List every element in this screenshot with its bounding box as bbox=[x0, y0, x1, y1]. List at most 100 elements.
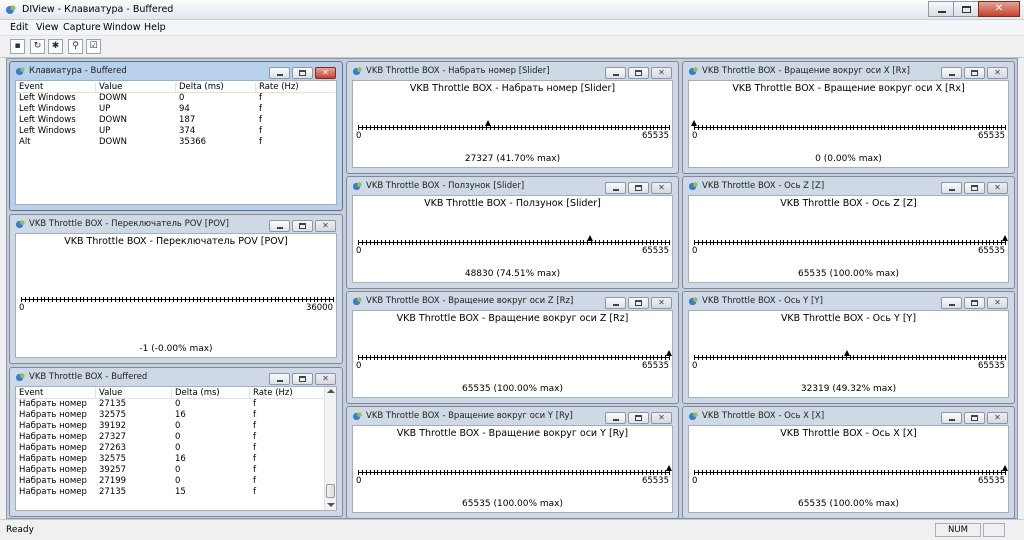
settings-button[interactable]: ✱ bbox=[48, 39, 63, 54]
search-button[interactable]: ⚲ bbox=[68, 39, 83, 54]
window-restore-button[interactable] bbox=[628, 182, 649, 194]
axis-window-x[interactable]: VKB Throttle BOX - Ось X [X] ✕ VKB Throttl… bbox=[682, 406, 1015, 519]
table-row[interactable]: Набрать номер 27263 0 f bbox=[16, 443, 336, 454]
scroll-down-icon[interactable] bbox=[327, 503, 335, 507]
table-row[interactable]: Left Windows DOWN 187 f bbox=[16, 115, 336, 126]
column-header-event[interactable]: Event bbox=[16, 82, 96, 93]
window-titlebar[interactable]: VKB Throttle BOX - Ползунок [Slider] ✕ bbox=[351, 177, 674, 195]
window-titlebar[interactable]: VKB Throttle BOX - Набрать номер [Slider… bbox=[351, 62, 674, 80]
table-row[interactable]: Набрать номер 27199 0 f bbox=[16, 476, 336, 487]
window-minimize-button[interactable] bbox=[605, 297, 626, 309]
minimize-button[interactable] bbox=[928, 1, 954, 17]
menu-view[interactable]: View bbox=[36, 22, 59, 33]
table-row[interactable]: Left Windows UP 94 f bbox=[16, 104, 336, 115]
menu-capture[interactable]: Capture bbox=[63, 22, 101, 33]
window-restore-button[interactable] bbox=[628, 412, 649, 424]
window-titlebar[interactable]: VKB Throttle BOX - Вращение вокруг оси X… bbox=[687, 62, 1010, 80]
window-close-button[interactable]: ✕ bbox=[987, 297, 1008, 309]
axis-window-pov[interactable]: VKB Throttle BOX - Переключатель POV [PO… bbox=[9, 214, 343, 364]
menu-window[interactable]: Window bbox=[103, 22, 140, 33]
window-close-button[interactable]: ✕ bbox=[315, 220, 336, 232]
column-header-delta[interactable]: Delta (ms) bbox=[176, 82, 256, 93]
window-titlebar[interactable]: VKB Throttle BOX - Ось X [X] ✕ bbox=[687, 407, 1010, 425]
axis-window-z[interactable]: VKB Throttle BOX - Ось Z [Z] ✕ VKB Throttl… bbox=[682, 176, 1015, 289]
window-close-button[interactable]: ✕ bbox=[651, 297, 672, 309]
table-row[interactable]: Набрать номер 32575 16 f bbox=[16, 410, 336, 421]
table-row[interactable]: Набрать номер 39257 0 f bbox=[16, 465, 336, 476]
window-close-button[interactable]: ✕ bbox=[987, 182, 1008, 194]
axis-window-dial[interactable]: VKB Throttle BOX - Набрать номер [Slider… bbox=[346, 61, 679, 174]
axis-window-ry[interactable]: VKB Throttle BOX - Вращение вокруг оси Y… bbox=[346, 406, 679, 519]
event-list[interactable]: Event Value Delta (ms) Rate (Hz) Left Wi… bbox=[15, 80, 337, 205]
table-row[interactable]: Alt DOWN 35366 f bbox=[16, 137, 336, 148]
window-restore-button[interactable] bbox=[964, 412, 985, 424]
window-minimize-button[interactable] bbox=[269, 220, 290, 232]
window-titlebar[interactable]: VKB Throttle BOX - Вращение вокруг оси Z… bbox=[351, 292, 674, 310]
window-close-button[interactable]: ✕ bbox=[987, 412, 1008, 424]
axis-tick bbox=[810, 470, 812, 475]
keyboard-buffered-window[interactable]: Клавиатура - Buffered ✕ Event Value Delt… bbox=[9, 61, 343, 211]
table-row[interactable]: Left Windows UP 374 f bbox=[16, 126, 336, 137]
table-row[interactable]: Набрать номер 39192 0 f bbox=[16, 421, 336, 432]
window-minimize-button[interactable] bbox=[941, 297, 962, 309]
close-button[interactable]: ✕ bbox=[978, 1, 1020, 17]
maximize-button[interactable] bbox=[953, 1, 979, 17]
properties-button[interactable]: ☑ bbox=[86, 39, 101, 54]
table-row[interactable]: Left Windows DOWN 0 f bbox=[16, 93, 336, 104]
window-titlebar[interactable]: VKB Throttle BOX - Buffered ✕ bbox=[14, 368, 338, 386]
window-restore-button[interactable] bbox=[964, 182, 985, 194]
vertical-scrollbar[interactable] bbox=[324, 387, 336, 510]
window-minimize-button[interactable] bbox=[269, 67, 290, 79]
axis-window-y[interactable]: VKB Throttle BOX - Ось Y [Y] ✕ VKB Throttl… bbox=[682, 291, 1015, 404]
window-minimize-button[interactable] bbox=[605, 182, 626, 194]
axis-window-rx[interactable]: VKB Throttle BOX - Вращение вокруг оси X… bbox=[682, 61, 1015, 174]
window-titlebar[interactable]: VKB Throttle BOX - Ось Z [Z] ✕ bbox=[687, 177, 1010, 195]
column-header-value[interactable]: Value bbox=[96, 82, 176, 93]
window-minimize-button[interactable] bbox=[605, 67, 626, 79]
window-close-button[interactable]: ✕ bbox=[315, 373, 336, 385]
table-row[interactable]: Набрать номер 27135 15 f bbox=[16, 487, 336, 498]
window-titlebar[interactable]: VKB Throttle BOX - Переключатель POV [PO… bbox=[14, 215, 338, 233]
menu-edit[interactable]: Edit bbox=[10, 22, 28, 33]
axis-window-rz[interactable]: VKB Throttle BOX - Вращение вокруг оси Z… bbox=[346, 291, 679, 404]
window-minimize-button[interactable] bbox=[269, 373, 290, 385]
window-close-button[interactable]: ✕ bbox=[651, 67, 672, 79]
column-header-delta[interactable]: Delta (ms) bbox=[172, 388, 250, 399]
window-close-button[interactable]: ✕ bbox=[987, 67, 1008, 79]
axis-window-slider[interactable]: VKB Throttle BOX - Ползунок [Slider] ✕ VKB… bbox=[346, 176, 679, 289]
window-titlebar[interactable]: VKB Throttle BOX - Ось Y [Y] ✕ bbox=[687, 292, 1010, 310]
window-restore-button[interactable] bbox=[292, 67, 313, 79]
window-restore-button[interactable] bbox=[292, 373, 313, 385]
scroll-thumb[interactable] bbox=[326, 484, 335, 498]
scroll-up-icon[interactable] bbox=[327, 389, 335, 393]
window-restore-button[interactable] bbox=[292, 220, 313, 232]
window-restore-button[interactable] bbox=[628, 297, 649, 309]
event-list[interactable]: Event Value Delta (ms) Rate (Hz) Набрать… bbox=[15, 386, 337, 511]
window-close-button[interactable]: ✕ bbox=[651, 412, 672, 424]
column-header-value[interactable]: Value bbox=[96, 388, 172, 399]
window-titlebar[interactable]: Клавиатура - Buffered ✕ bbox=[14, 62, 338, 80]
window-restore-button[interactable] bbox=[964, 67, 985, 79]
window-minimize-button[interactable] bbox=[941, 182, 962, 194]
column-header-event[interactable]: Event bbox=[16, 388, 96, 399]
vkb-buffered-window[interactable]: VKB Throttle BOX - Buffered ✕ Event Valu… bbox=[9, 367, 343, 517]
window-close-button[interactable]: ✕ bbox=[315, 67, 336, 79]
window-minimize-button[interactable] bbox=[605, 412, 626, 424]
table-row[interactable]: Набрать номер 27135 0 f bbox=[16, 399, 336, 410]
cell-rate: f bbox=[253, 410, 256, 420]
window-restore-button[interactable] bbox=[628, 67, 649, 79]
menu-help[interactable]: Help bbox=[144, 22, 166, 33]
axis-tick bbox=[540, 125, 542, 130]
table-row[interactable]: Набрать номер 27327 0 f bbox=[16, 432, 336, 443]
window-minimize-button[interactable] bbox=[941, 412, 962, 424]
window-close-button[interactable]: ✕ bbox=[651, 182, 672, 194]
refresh-button[interactable]: ↻ bbox=[30, 39, 45, 54]
column-header-rate[interactable]: Rate (Hz) bbox=[256, 82, 336, 93]
axis-tick bbox=[931, 125, 933, 130]
window-minimize-button[interactable] bbox=[941, 67, 962, 79]
window-restore-button[interactable] bbox=[964, 297, 985, 309]
table-row[interactable]: Набрать номер 32575 16 f bbox=[16, 454, 336, 465]
save-button[interactable]: ▪ bbox=[10, 39, 25, 54]
window-titlebar[interactable]: VKB Throttle BOX - Вращение вокруг оси Y… bbox=[351, 407, 674, 425]
column-header-rate[interactable]: Rate (Hz) bbox=[250, 388, 326, 399]
